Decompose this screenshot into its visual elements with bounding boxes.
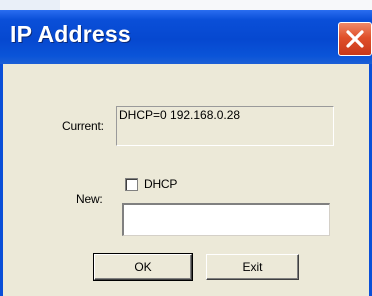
dhcp-checkbox-label[interactable]: DHCP [144,177,177,191]
window-frame-left [0,64,3,296]
current-address-display: DHCP=0 192.168.0.28 [116,106,334,146]
ok-button[interactable]: OK [93,253,193,281]
new-address-input[interactable] [122,203,330,236]
dialog-title: IP Address [10,21,131,47]
ip-address-dialog: IP Address Current: DHCP=0 192.168.0.28 … [0,10,372,296]
close-button[interactable] [338,22,372,56]
title-bar[interactable]: IP Address [0,10,372,64]
close-icon [346,30,364,48]
dhcp-checkbox[interactable] [125,178,138,191]
current-label: Current: [62,119,104,133]
new-label: New: [76,192,103,206]
exit-button[interactable]: Exit [206,254,299,280]
